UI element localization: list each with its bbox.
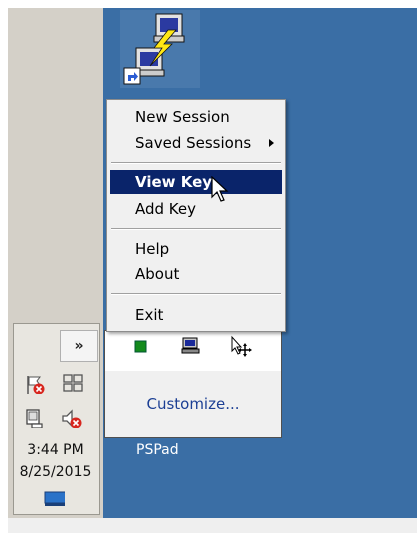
menu-item-add-key[interactable]: Add Key bbox=[110, 197, 282, 221]
tray-overflow-popup: Customize... bbox=[104, 330, 282, 438]
clock-time[interactable]: 3:44 PM bbox=[13, 442, 98, 458]
bottom-strip bbox=[8, 518, 417, 533]
display-icon[interactable] bbox=[43, 490, 65, 510]
menu-item-exit[interactable]: Exit bbox=[110, 303, 282, 327]
overflow-icons-row bbox=[105, 331, 281, 371]
menu-item-saved-sessions[interactable]: Saved Sessions bbox=[110, 131, 282, 155]
customize-area: Customize... bbox=[105, 371, 281, 437]
windows-logo-icon[interactable] bbox=[62, 372, 84, 392]
speaker-muted-icon[interactable] bbox=[60, 408, 82, 428]
putty-context-menu: New Session Saved Sessions View Key Add … bbox=[106, 99, 286, 332]
pspad-label: PSPad bbox=[136, 442, 179, 458]
menu-item-label: Saved Sessions bbox=[135, 134, 252, 152]
submenu-arrow-icon bbox=[269, 139, 274, 147]
clock-date[interactable]: 8/25/2015 bbox=[13, 464, 98, 480]
show-hidden-icons-button[interactable]: » bbox=[60, 330, 98, 362]
menu-item-new-session[interactable]: New Session bbox=[110, 105, 282, 129]
network-icon[interactable] bbox=[24, 408, 46, 428]
computer-icon[interactable] bbox=[181, 337, 201, 355]
menu-separator bbox=[111, 228, 281, 230]
arrow-cursor-icon bbox=[211, 176, 229, 202]
menu-item-help[interactable]: Help bbox=[110, 237, 282, 261]
icon-highlight bbox=[120, 10, 200, 88]
customize-link[interactable]: Customize... bbox=[105, 395, 281, 413]
menu-separator bbox=[111, 293, 281, 295]
putty-shortcut[interactable] bbox=[120, 10, 200, 90]
flag-error-icon[interactable] bbox=[24, 374, 46, 394]
menu-item-about[interactable]: About bbox=[110, 262, 282, 286]
green-square-icon[interactable] bbox=[133, 339, 149, 355]
move-cursor-icon[interactable] bbox=[229, 335, 253, 357]
menu-separator bbox=[111, 162, 281, 164]
menu-item-view-key[interactable]: View Key bbox=[110, 170, 282, 194]
